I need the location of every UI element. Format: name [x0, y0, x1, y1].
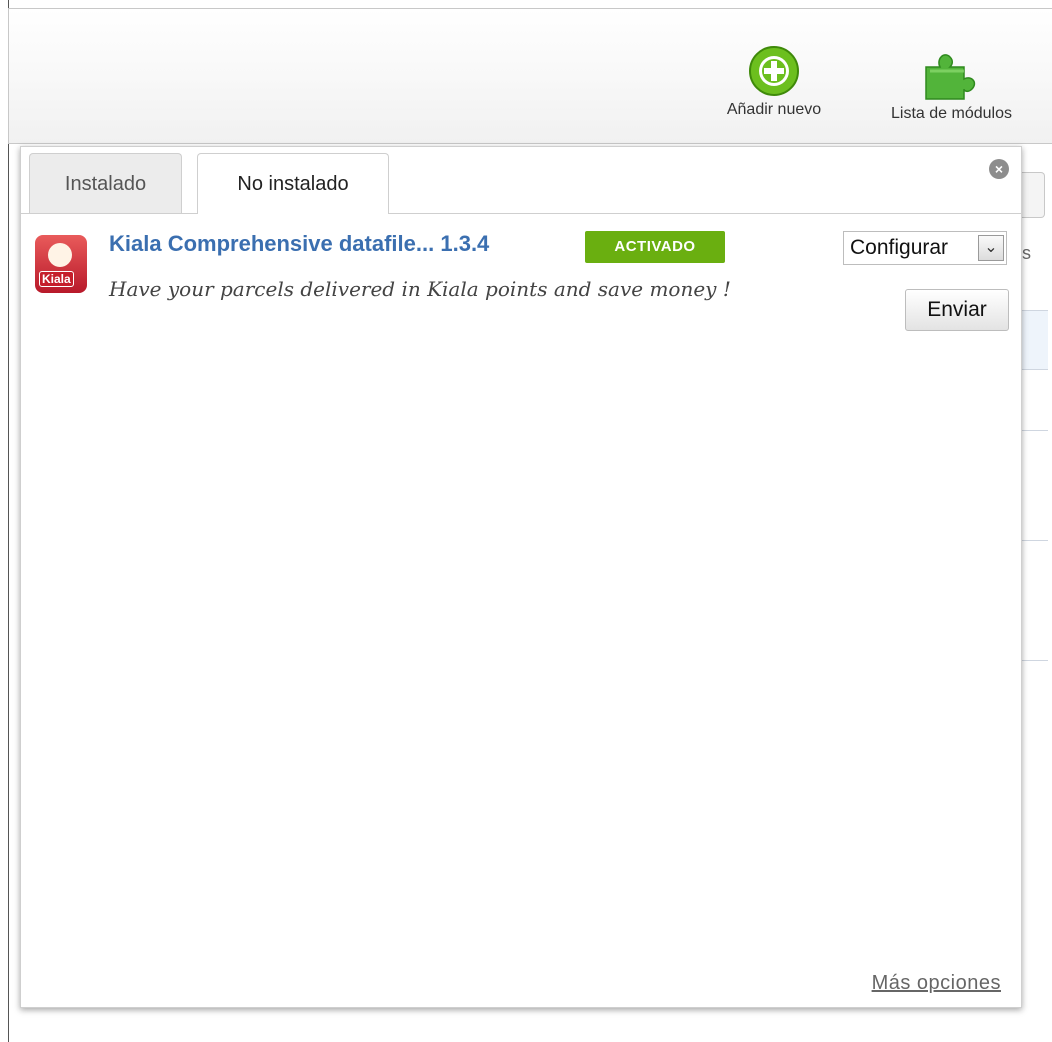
add-icon	[699, 45, 849, 97]
tab-bar: Instalado No instalado	[21, 147, 1021, 214]
tab-installed[interactable]: Instalado	[29, 153, 182, 213]
module-list-label: Lista de módulos	[891, 105, 1012, 122]
module-title: Kiala Comprehensive datafile...	[109, 231, 435, 256]
background-button	[1020, 172, 1045, 218]
dropdown-arrow-icon[interactable]: ⌄	[978, 235, 1004, 261]
add-new-label: Añadir nuevo	[726, 101, 822, 118]
module-row: Kiala Kiala Comprehensive datafile... 1.…	[35, 231, 1010, 331]
page-border	[8, 0, 9, 1042]
more-options-link[interactable]: Más opciones	[872, 972, 1001, 995]
puzzle-icon	[854, 45, 1049, 101]
status-badge: ACTIVADO	[585, 231, 725, 263]
close-icon[interactable]: ×	[989, 159, 1009, 179]
module-list-button[interactable]: Lista de módulos	[854, 45, 1049, 123]
add-new-button[interactable]: Añadir nuevo	[699, 45, 849, 119]
background-divider	[1020, 540, 1048, 541]
action-select[interactable]: Configurar ⌄	[843, 231, 1007, 265]
toolbar: Añadir nuevo Lista de módulos	[8, 8, 1052, 144]
modules-popup: Instalado No instalado × Kiala Kiala Com…	[20, 146, 1022, 1008]
bird-mark	[48, 243, 72, 267]
action-select-value: Configurar	[850, 236, 949, 259]
kiala-logo-icon: Kiala	[35, 235, 87, 293]
send-button[interactable]: Enviar	[905, 289, 1009, 331]
background-divider	[1020, 430, 1048, 431]
module-version: 1.3.4	[440, 231, 490, 256]
background-divider	[1020, 660, 1048, 661]
background-column-header: s	[1022, 243, 1031, 263]
module-name[interactable]: Kiala Comprehensive datafile... 1.3.4	[109, 231, 489, 257]
background-table-row	[1020, 310, 1048, 370]
module-description: Have your parcels delivered in Kiala poi…	[109, 277, 731, 301]
kiala-logo-text: Kiala	[39, 271, 74, 287]
tab-not-installed[interactable]: No instalado	[197, 153, 389, 214]
